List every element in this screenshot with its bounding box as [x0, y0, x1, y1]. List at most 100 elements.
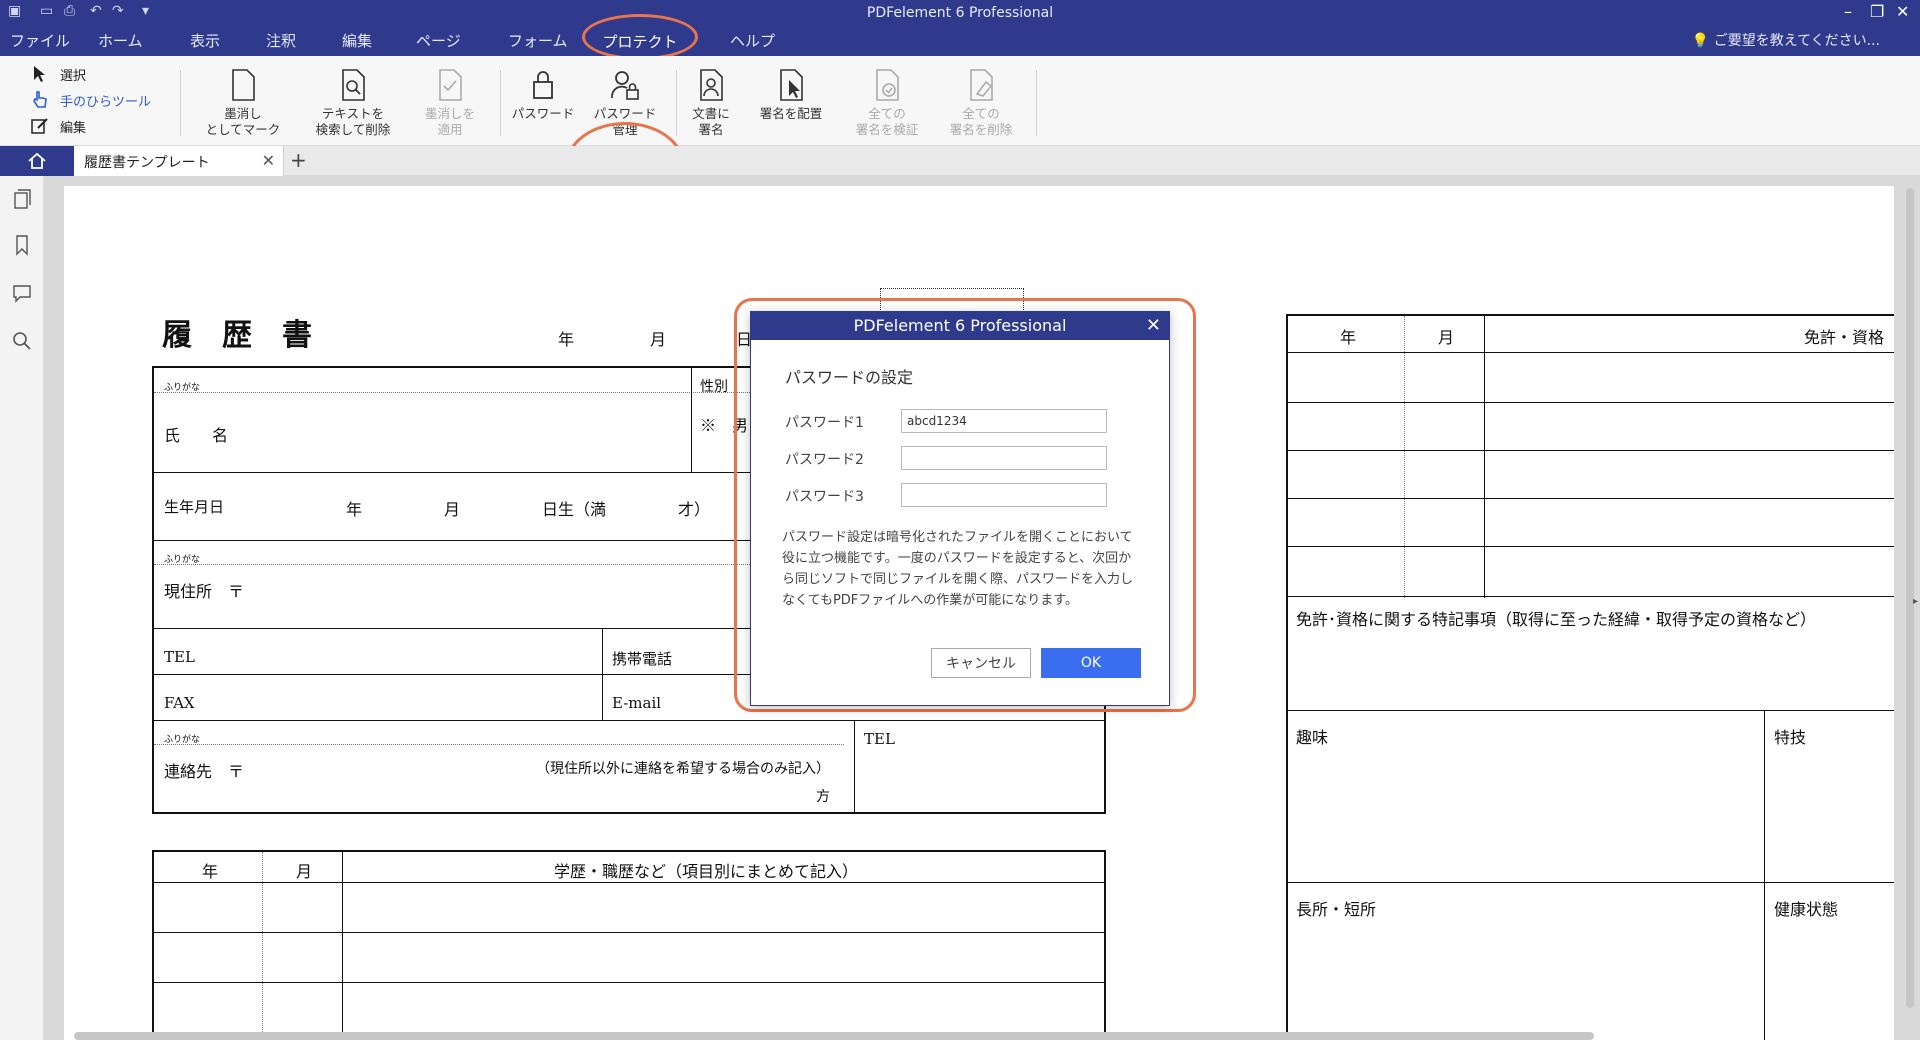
menu-edit[interactable]: 編集	[342, 30, 372, 51]
birth-label: 生年月日	[164, 498, 225, 516]
license-year-header: 年	[1340, 328, 1357, 347]
cursor-icon	[34, 66, 45, 82]
edit-mode-label: 編集	[60, 120, 87, 136]
feedback-hint-label: ご要望を教えてください...	[1713, 33, 1880, 49]
license-header: 免許・資格	[1804, 328, 1885, 347]
divider	[152, 720, 1106, 721]
divider	[1286, 352, 1894, 353]
close-window-icon[interactable]: ✕	[1896, 2, 1909, 21]
divider	[262, 852, 263, 1040]
strength-label: 長所・短所	[1296, 900, 1377, 919]
search-delete-button[interactable]: テキストを 検索して削除	[298, 68, 408, 138]
minimize-icon[interactable]: –	[1844, 2, 1852, 21]
menu-home[interactable]: ホーム	[98, 30, 143, 51]
place-signature-button[interactable]: 署名を配置	[736, 68, 846, 122]
horizontal-scrollbar[interactable]	[74, 1032, 1594, 1040]
name-label: 氏 名	[164, 426, 229, 445]
mobile-label: 携帯電話	[612, 650, 673, 668]
divider	[854, 720, 855, 814]
furigana-line	[154, 392, 754, 393]
password3-input[interactable]	[901, 483, 1107, 507]
divider	[180, 70, 181, 136]
license-note: 免許･資格に関する特記事項（取得に至った経緯・取得予定の資格など）	[1296, 610, 1817, 629]
erase-signature-icon	[970, 69, 993, 101]
verify-all-label: 全ての 署名を検証	[855, 106, 919, 137]
gender-label: 性別	[700, 379, 728, 395]
bookmark-icon[interactable]	[11, 234, 33, 256]
edit-icon	[31, 118, 48, 134]
divider	[152, 932, 1106, 933]
search-delete-label: テキストを 検索して削除	[315, 106, 391, 137]
menu-form[interactable]: フォーム	[508, 30, 568, 51]
search-icon[interactable]	[11, 330, 33, 352]
cancel-button[interactable]: キャンセル	[931, 648, 1031, 678]
resume-title: 履 歴 書	[162, 318, 312, 353]
birth-year: 年	[346, 500, 363, 519]
divider	[1286, 450, 1894, 451]
password-dialog: PDFelement 6 Professional ✕ パスワードの設定 パスワ…	[750, 311, 1170, 706]
home-tab[interactable]	[0, 146, 74, 176]
password1-label: パスワード1	[785, 415, 864, 431]
contact-note: （現住所以外に連絡を希望する場合のみ記入）	[536, 761, 830, 777]
furigana-line	[154, 564, 794, 565]
contact-kata: 方	[816, 789, 830, 805]
expand-right-panel-icon[interactable]: ▸	[1913, 596, 1918, 607]
left-sidebar	[0, 176, 44, 1040]
divider	[1764, 710, 1765, 1040]
ok-button[interactable]: OK	[1041, 648, 1141, 678]
edit-mode[interactable]: 編集	[30, 116, 86, 136]
document-tab[interactable]: 履歴書テンプレート ✕	[74, 146, 284, 176]
furigana-line	[154, 744, 844, 745]
hand-tool-mode[interactable]: 手のひらツール	[30, 90, 151, 110]
mark-redaction-button[interactable]: 墨消し としてマーク	[188, 68, 298, 138]
feedback-hint[interactable]: 💡 ご要望を教えてください...	[1692, 30, 1880, 50]
dialog-title: PDFelement 6 Professional	[853, 316, 1067, 335]
document-search-icon	[342, 69, 365, 101]
delete-all-label: 全ての 署名を削除	[949, 106, 1013, 137]
menu-file[interactable]: ファイル	[10, 30, 70, 51]
mark-redaction-label: 墨消し としてマーク	[205, 106, 281, 137]
fax-label: FAX	[164, 694, 195, 712]
password2-input[interactable]	[901, 446, 1107, 470]
close-dialog-icon[interactable]: ✕	[1146, 312, 1161, 340]
divider	[1286, 546, 1894, 547]
select-mode[interactable]: 選択	[30, 64, 86, 84]
close-tab-icon[interactable]: ✕	[262, 151, 275, 170]
hobby-label: 趣味	[1296, 728, 1329, 747]
menu-help[interactable]: ヘルプ	[730, 30, 775, 51]
comment-icon[interactable]	[11, 282, 33, 304]
divider	[1286, 498, 1894, 499]
lightbulb-icon: 💡	[1691, 33, 1710, 49]
divider	[1286, 710, 1894, 711]
history-year-header: 年	[202, 862, 219, 881]
divider	[1036, 70, 1037, 136]
delete-all-signatures-button[interactable]: 全ての 署名を削除	[926, 68, 1036, 138]
menu-protect-label: プロテクト	[602, 33, 678, 51]
verify-signature-icon	[876, 69, 899, 101]
divider	[1404, 316, 1405, 598]
license-month-header: 月	[1438, 328, 1455, 347]
select-mode-label: 選択	[60, 68, 87, 84]
signer-icon	[700, 69, 723, 101]
divider	[1286, 882, 1894, 883]
pages-icon[interactable]	[11, 188, 33, 210]
divider	[152, 982, 1106, 983]
app-window: ▣ ▭ ⎙ ↶ ↷ ▾ PDFelement 6 Professional – …	[0, 0, 1920, 1040]
user-lock-icon	[611, 71, 639, 100]
title-menu-bar: ▣ ▭ ⎙ ↶ ↷ ▾ PDFelement 6 Professional – …	[0, 0, 1920, 60]
home-icon	[28, 152, 46, 169]
birth-day: 日生（満	[542, 500, 607, 519]
password1-input[interactable]	[901, 409, 1107, 433]
menu-view[interactable]: 表示	[190, 30, 220, 51]
divider	[342, 852, 343, 1040]
password2-label: パスワード2	[785, 452, 864, 468]
menu-annotate[interactable]: 注釈	[266, 30, 296, 51]
menu-page[interactable]: ページ	[416, 30, 461, 51]
skill-label: 特技	[1774, 728, 1807, 747]
add-tab-icon[interactable]: +	[290, 148, 307, 172]
dialog-titlebar: PDFelement 6 Professional ✕	[751, 312, 1169, 340]
window-title: PDFelement 6 Professional	[866, 5, 1054, 21]
menu-protect[interactable]: プロテクト	[582, 14, 698, 60]
divider	[152, 882, 1106, 883]
maximize-icon[interactable]: ❐	[1870, 2, 1884, 21]
